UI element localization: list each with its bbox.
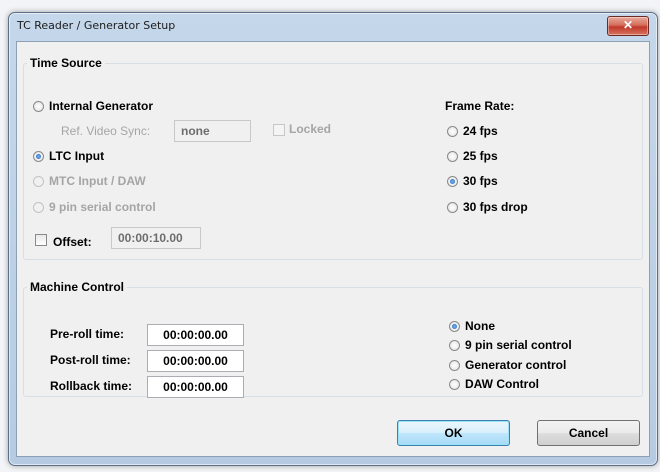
mc-nine-pin-label[interactable]: 9 pin serial control bbox=[465, 338, 572, 352]
machine-control-title: Machine Control bbox=[27, 280, 128, 294]
ok-button[interactable]: OK bbox=[397, 420, 510, 446]
mc-daw-radio[interactable] bbox=[449, 379, 460, 390]
dialog-window: TC Reader / Generator Setup ✕ Time Sourc… bbox=[8, 12, 658, 466]
offset-field[interactable]: 00:00:10.00 bbox=[111, 227, 201, 249]
mc-nine-pin-radio[interactable] bbox=[449, 340, 460, 351]
rollback-field[interactable]: 00:00:00.00 bbox=[147, 376, 244, 398]
mc-generator-radio[interactable] bbox=[449, 360, 460, 371]
time-source-title: Time Source bbox=[27, 56, 105, 70]
fps-30-drop-label[interactable]: 30 fps drop bbox=[463, 200, 528, 214]
fps-25-radio[interactable] bbox=[447, 151, 458, 162]
preroll-label: Pre-roll time: bbox=[50, 327, 125, 341]
fps-30-drop-radio[interactable] bbox=[447, 202, 458, 213]
nine-pin-label: 9 pin serial control bbox=[49, 200, 156, 214]
close-button[interactable]: ✕ bbox=[607, 16, 649, 36]
dialog-client-area: Time Source Internal Generator Ref. Vide… bbox=[16, 41, 650, 457]
frame-rate-title: Frame Rate: bbox=[445, 99, 515, 113]
fps-25-label[interactable]: 25 fps bbox=[463, 149, 498, 163]
mc-none-label[interactable]: None bbox=[465, 319, 495, 333]
mtc-input-radio[interactable] bbox=[33, 176, 44, 187]
fps-30-radio[interactable] bbox=[447, 176, 458, 187]
fps-24-radio[interactable] bbox=[447, 126, 458, 137]
window-title: TC Reader / Generator Setup bbox=[17, 19, 176, 32]
nine-pin-radio[interactable] bbox=[33, 202, 44, 213]
ltc-input-label[interactable]: LTC Input bbox=[49, 149, 104, 163]
locked-label: Locked bbox=[289, 122, 332, 136]
locked-checkbox[interactable] bbox=[273, 124, 285, 136]
fps-24-label[interactable]: 24 fps bbox=[463, 124, 498, 138]
rollback-label: Rollback time: bbox=[50, 379, 133, 393]
close-icon: ✕ bbox=[622, 18, 634, 32]
mc-none-radio[interactable] bbox=[449, 321, 460, 332]
internal-generator-radio[interactable] bbox=[33, 101, 44, 112]
mc-daw-label[interactable]: DAW Control bbox=[465, 377, 539, 391]
fps-30-label[interactable]: 30 fps bbox=[463, 174, 498, 188]
preroll-field[interactable]: 00:00:00.00 bbox=[147, 324, 244, 346]
mc-generator-label[interactable]: Generator control bbox=[465, 358, 566, 372]
offset-checkbox[interactable] bbox=[35, 234, 47, 246]
postroll-field[interactable]: 00:00:00.00 bbox=[147, 350, 244, 372]
title-bar[interactable]: TC Reader / Generator Setup ✕ bbox=[9, 13, 657, 39]
ref-video-sync-field[interactable]: none bbox=[174, 120, 251, 142]
postroll-label: Post-roll time: bbox=[50, 353, 131, 367]
internal-generator-label[interactable]: Internal Generator bbox=[49, 99, 153, 113]
cancel-button[interactable]: Cancel bbox=[537, 420, 640, 446]
ref-video-sync-label: Ref. Video Sync: bbox=[61, 124, 151, 138]
mtc-input-label: MTC Input / DAW bbox=[49, 174, 146, 188]
offset-label: Offset: bbox=[53, 235, 92, 249]
ltc-input-radio[interactable] bbox=[33, 151, 44, 162]
